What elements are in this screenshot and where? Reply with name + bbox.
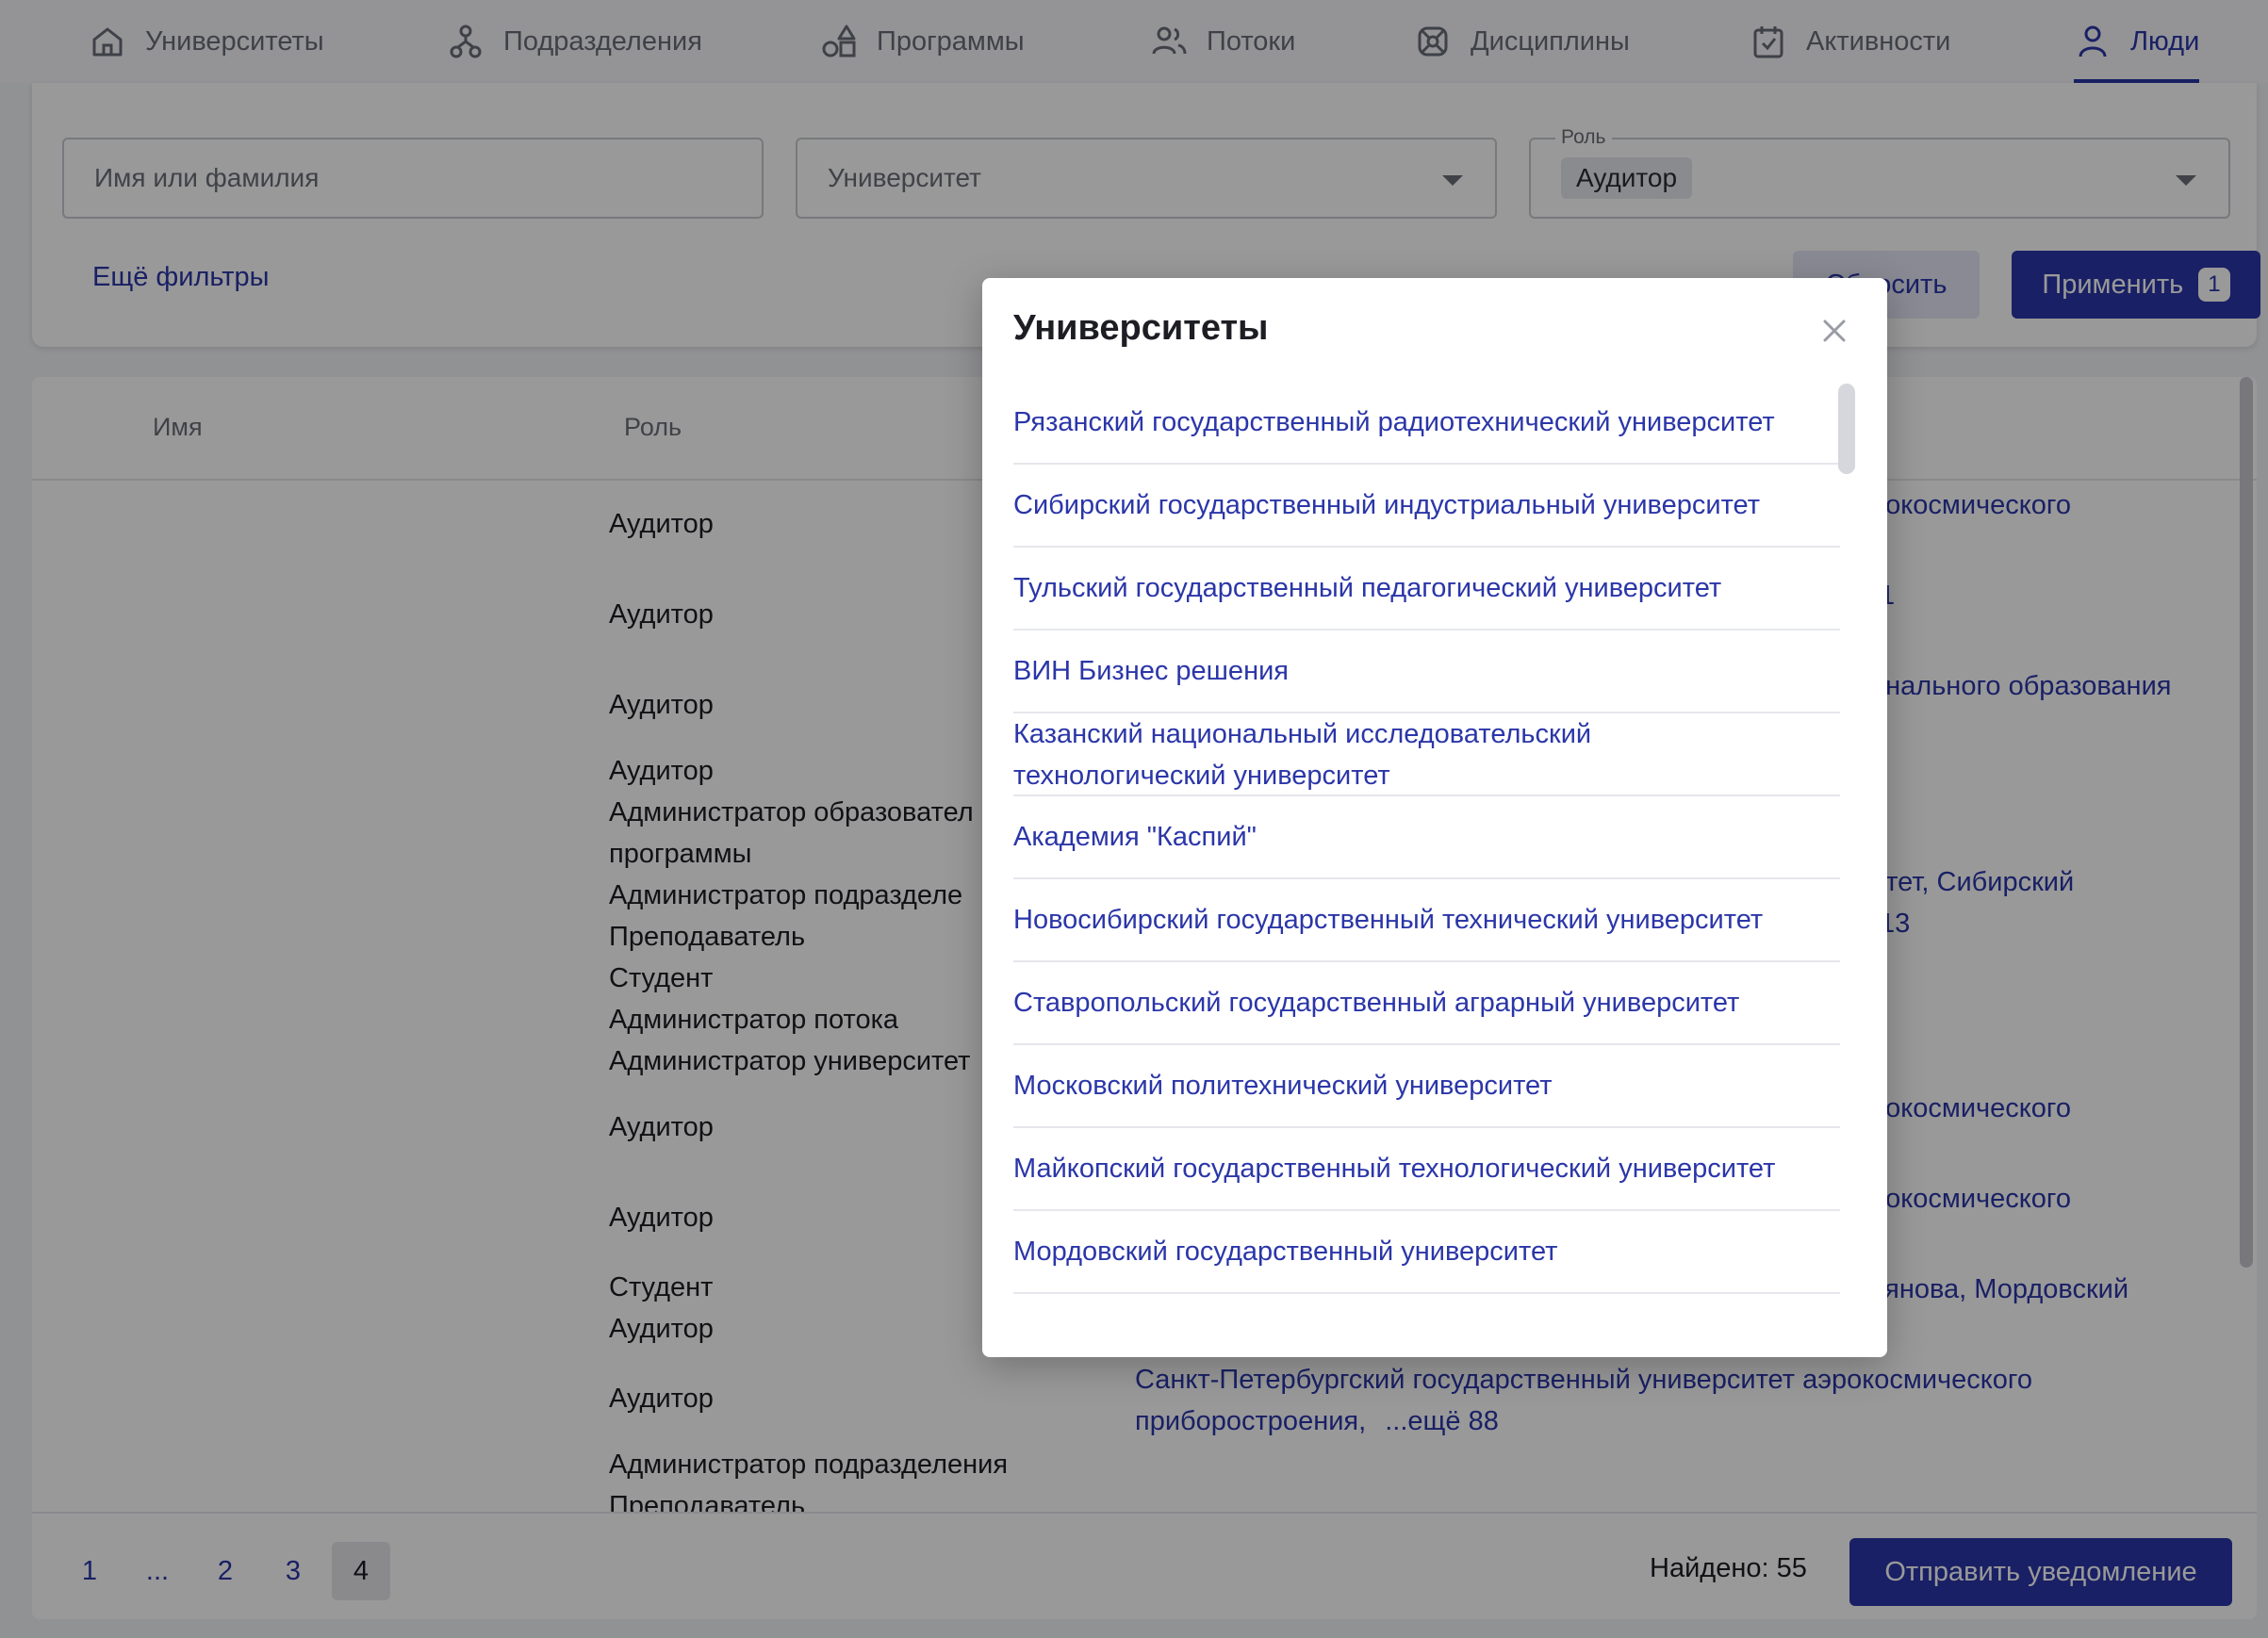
university-list-item[interactable]: Мордовский государственный университет: [1013, 1211, 1840, 1294]
university-list-item[interactable]: Рязанский государственный радиотехническ…: [1013, 382, 1840, 465]
university-list-item[interactable]: Новосибирский государственный технически…: [1013, 879, 1840, 962]
universities-list: Рязанский государственный радиотехническ…: [1013, 382, 1840, 1294]
university-list-item[interactable]: Московский политехнический университет: [1013, 1045, 1840, 1128]
university-list-item[interactable]: Академия "Каспий": [1013, 796, 1840, 879]
university-name: Казанский национальный исследовательский…: [1013, 719, 1592, 791]
university-list-item[interactable]: Сибирский государственный индустриальный…: [1013, 465, 1840, 548]
university-list-item[interactable]: ВИН Бизнес решения: [1013, 631, 1840, 713]
university-list-item[interactable]: Тульский государственный педагогический …: [1013, 548, 1840, 631]
close-icon[interactable]: [1817, 314, 1851, 348]
university-list-item[interactable]: Майкопский государственный технологическ…: [1013, 1128, 1840, 1211]
university-list-item[interactable]: Казанский национальный исследовательский…: [1013, 713, 1840, 796]
modal-scrollbar[interactable]: [1838, 384, 1855, 474]
universities-modal: Университеты Рязанский государственный р…: [982, 278, 1887, 1357]
modal-title: Университеты: [1013, 308, 1269, 348]
university-list-item[interactable]: Ставропольский государственный аграрный …: [1013, 962, 1840, 1045]
